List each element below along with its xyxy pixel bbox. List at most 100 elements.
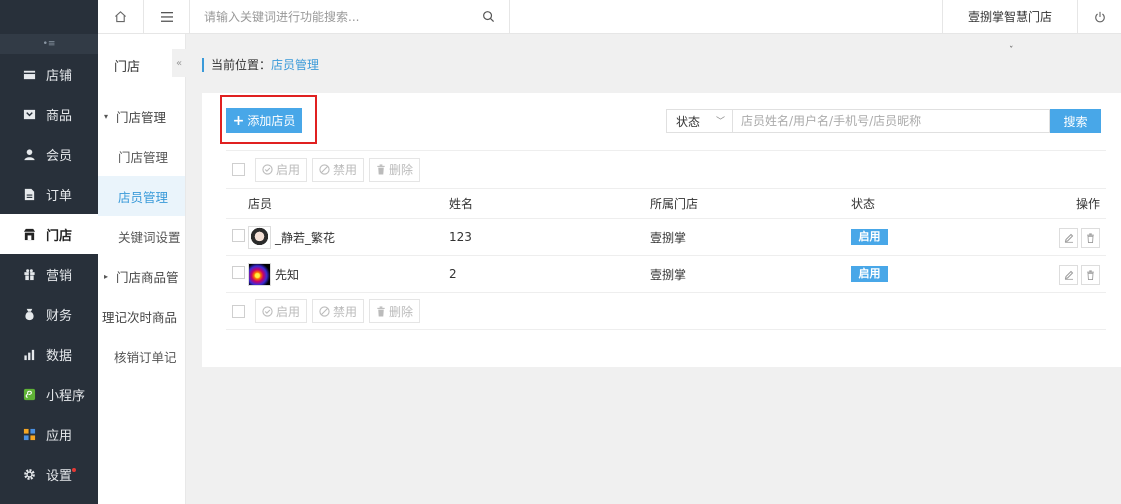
shop-icon — [22, 227, 36, 241]
table-row: _静若_繁花 123 壹捌掌 启用 — [226, 218, 1106, 255]
home-button[interactable] — [98, 0, 144, 33]
row-checkbox[interactable] — [232, 266, 245, 279]
logout-button[interactable] — [1078, 0, 1121, 33]
function-search-input[interactable] — [204, 9, 474, 24]
row-checkbox[interactable] — [232, 229, 245, 242]
submenu-item-verify-orders[interactable]: 核销订单记 — [98, 336, 185, 376]
row-checkbox-cell — [226, 266, 248, 282]
menu-icon — [160, 11, 173, 22]
trash-icon — [1087, 270, 1094, 280]
sidebar-item-order[interactable]: 订单 — [0, 174, 98, 214]
status-badge[interactable]: 启用 — [851, 266, 888, 282]
bulk-enable-label: 启用 — [276, 163, 301, 177]
submenu-group-label: 门店管理 — [116, 109, 167, 125]
bulk-enable-button[interactable]: 启用 — [255, 157, 308, 182]
store-icon — [22, 67, 36, 81]
bulk-delete-button[interactable]: 删除 — [369, 299, 421, 323]
goods-icon — [22, 107, 36, 121]
sidebar-item-member[interactable]: 会员 — [0, 134, 98, 174]
bulk-delete-button[interactable]: 删除 — [369, 157, 421, 182]
menu-button[interactable] — [144, 0, 190, 33]
sidebar-item-shop[interactable]: 门店 — [0, 214, 98, 254]
search-icon[interactable] — [482, 10, 495, 23]
pencil-icon — [1064, 233, 1073, 243]
search-filter: 状态 ﹀ 搜索 — [666, 109, 1101, 133]
breadcrumb-current[interactable]: 店员管理 — [271, 58, 319, 72]
header-store: 所属门店 — [650, 197, 699, 211]
bulk-disable-label: 禁用 — [333, 304, 358, 319]
delete-button[interactable] — [1081, 228, 1100, 248]
trash-icon — [377, 305, 385, 317]
submenu-group-label: 门店商品管 — [116, 269, 179, 285]
status-select[interactable]: 状态 ﹀ — [666, 109, 733, 133]
row-actions — [1056, 265, 1100, 285]
staff-name: 2 — [449, 267, 457, 281]
submenu-group-store-goods[interactable]: ▸ 门店商品管 — [98, 256, 185, 296]
sidebar-item-label: 设置 — [46, 468, 73, 484]
sidebar-item-label: 商品 — [46, 108, 73, 124]
search-button[interactable]: 搜索 — [1050, 109, 1101, 133]
edit-button[interactable] — [1059, 265, 1078, 285]
staff-cell: 先知 — [248, 262, 449, 286]
bulk-enable-button[interactable]: 启用 — [255, 299, 308, 323]
staff-cell: _静若_繁花 — [248, 225, 449, 249]
sub-menu: 门店 « ▾ 门店管理 门店管理 店员管理 关键词设置 ▸ 门店商品管 理记次时… — [98, 34, 186, 504]
sidebar-item-data[interactable]: 数据 — [0, 334, 98, 374]
main-content: 当前位置：店员管理 ˇ +添加店员 状态 ﹀ 搜索 启用 — [186, 34, 1121, 504]
data-icon — [22, 347, 36, 361]
status-cell: 启用 — [851, 266, 1052, 282]
caret-right-icon: ▸ — [104, 271, 109, 281]
function-search — [190, 0, 510, 33]
sidebar-toggle[interactable]: •≡ — [0, 34, 98, 54]
submenu-title-text: 门店 — [114, 59, 141, 75]
staff-store: 壹捌掌 — [650, 267, 687, 282]
select-all-checkbox[interactable] — [232, 304, 245, 318]
staff-table: 启用 禁用 删除 店员 姓名 所属门店 状态 操作 _静若_繁花 123 壹捌掌… — [226, 150, 1106, 330]
sidebar-item-goods[interactable]: 商品 — [0, 94, 98, 134]
sidebar-item-store[interactable]: 店铺 — [0, 54, 98, 94]
status-badge[interactable]: 启用 — [851, 229, 888, 245]
table-row: 先知 2 壹捌掌 启用 — [226, 255, 1106, 292]
bulk-disable-button[interactable]: 禁用 — [312, 157, 365, 182]
row-checkbox-cell — [226, 229, 248, 245]
submenu-item-store-management[interactable]: 门店管理 — [98, 136, 185, 176]
pencil-icon — [1064, 270, 1073, 280]
delete-button[interactable] — [1081, 265, 1100, 285]
bulk-actions-bottom: 启用 禁用 删除 — [226, 292, 1106, 330]
check-circle-icon — [262, 164, 273, 175]
submenu-item-staff-management[interactable]: 店员管理 — [98, 176, 185, 216]
chevron-down-icon[interactable]: ˇ — [1009, 46, 1014, 56]
settings-icon — [22, 467, 36, 481]
table-header: 店员 姓名 所属门店 状态 操作 — [226, 188, 1106, 218]
ban-icon — [319, 164, 330, 175]
sidebar-item-finance[interactable]: 财务 — [0, 294, 98, 334]
select-all-checkbox[interactable] — [232, 163, 245, 176]
edit-button[interactable] — [1059, 228, 1078, 248]
trash-icon — [377, 164, 385, 175]
miniapp-icon — [22, 387, 36, 401]
sidebar-item-marketing[interactable]: 营销 — [0, 254, 98, 294]
sidebar-item-settings[interactable]: 设置 — [0, 454, 98, 494]
bulk-disable-button[interactable]: 禁用 — [312, 299, 365, 323]
caret-down-icon: ▾ — [104, 111, 109, 121]
gift-icon — [22, 267, 36, 281]
finance-icon — [22, 307, 36, 321]
ban-icon — [319, 305, 330, 317]
add-staff-button[interactable]: + 添加店员 — [226, 108, 302, 133]
bulk-actions-top: 启用 禁用 删除 — [226, 150, 1106, 188]
header-status: 状态 — [851, 197, 876, 211]
sidebar-item-apps[interactable]: 应用 — [0, 414, 98, 454]
submenu-item-timed-goods[interactable]: 理记次时商品 — [98, 296, 185, 336]
submenu-item-keyword-settings[interactable]: 关键词设置 — [98, 216, 185, 256]
collapse-submenu-button[interactable]: « — [172, 49, 186, 77]
store-name[interactable]: 壹捌掌智慧门店 — [942, 0, 1078, 33]
member-icon — [22, 147, 36, 161]
logo-area — [0, 0, 98, 34]
avatar — [248, 262, 271, 286]
sidebar-item-label: 小程序 — [46, 388, 86, 404]
row-actions — [1056, 228, 1100, 248]
sidebar-item-miniapp[interactable]: 小程序 — [0, 374, 98, 414]
submenu-group-store-management[interactable]: ▾ 门店管理 — [98, 96, 185, 136]
staff-search-input[interactable] — [733, 109, 1050, 133]
